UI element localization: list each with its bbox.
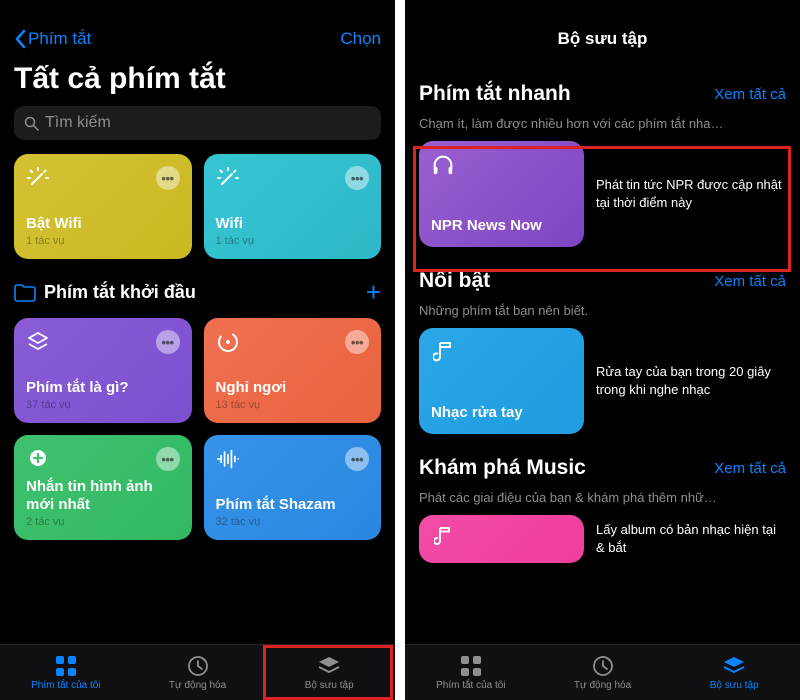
section-featured: Nổi bật Xem tất cả xyxy=(405,265,800,303)
add-button[interactable]: + xyxy=(366,277,381,308)
tab-label: Tự động hóa xyxy=(574,680,631,691)
section-title: Phím tắt khởi đầu xyxy=(44,282,196,303)
card-subtitle: 1 tác vụ xyxy=(216,235,370,247)
more-icon[interactable]: ••• xyxy=(345,447,369,471)
phone-right: Bộ sưu tập Phím tắt nhanh Xem tất cả Chạ… xyxy=(405,0,800,700)
phone-left: Phím tắt Chọn Tất cả phím tắt Tìm kiếm •… xyxy=(0,0,395,700)
shortcut-card-send-image[interactable]: ••• Nhắn tin hình ảnh mới nhất 2 tác vụ xyxy=(14,435,192,540)
shortcut-card-shazam[interactable]: ••• Phím tắt Shazam 32 tác vụ xyxy=(204,435,382,540)
status-bar xyxy=(0,0,395,20)
more-icon[interactable]: ••• xyxy=(345,166,369,190)
nav-title: Bộ sưu tập xyxy=(459,29,746,49)
section-desc: Chạm ít, làm được nhiều hơn với các phím… xyxy=(405,116,800,141)
section-desc: Phát các giai điệu của bạn & khám phá th… xyxy=(405,490,800,515)
tab-gallery[interactable]: Bộ sưu tập xyxy=(263,645,395,700)
section-header-starter: Phím tắt khởi đầu + xyxy=(0,273,395,318)
clock-icon xyxy=(591,654,615,678)
headphones-icon xyxy=(431,153,455,177)
chevron-left-icon xyxy=(14,29,26,49)
gallery-icon xyxy=(722,654,746,678)
grid-icon xyxy=(54,654,78,678)
tab-label: Phím tắt của tôi xyxy=(31,680,100,691)
timer-icon xyxy=(216,330,240,354)
see-all-link[interactable]: Xem tất cả xyxy=(714,273,786,290)
gallery-row: Lấy album có bản nhạc hiện tại & bắt xyxy=(405,515,800,563)
wand-icon xyxy=(26,166,50,190)
folder-icon xyxy=(14,284,36,302)
gallery-row: Nhạc rửa tay Rửa tay của bạn trong 20 gi… xyxy=(405,328,800,452)
see-all-link[interactable]: Xem tất cả xyxy=(714,460,786,477)
section-title: Nổi bật xyxy=(419,269,490,293)
gallery-card-music[interactable] xyxy=(419,515,584,563)
more-icon[interactable]: ••• xyxy=(156,166,180,190)
search-placeholder: Tìm kiếm xyxy=(45,114,111,132)
page-title: Tất cả phím tắt xyxy=(0,58,395,106)
nav-bar: Phím tắt Chọn xyxy=(0,20,395,58)
tab-label: Bộ sưu tập xyxy=(710,680,759,691)
tab-bar: Phím tắt của tôi Tự động hóa Bộ sưu tập xyxy=(0,644,395,700)
card-title: Wifi xyxy=(216,215,370,233)
card-description: Rửa tay của bạn trong 20 giây trong khi … xyxy=(596,363,786,398)
search-icon xyxy=(24,116,39,131)
clock-icon xyxy=(186,654,210,678)
card-subtitle: 2 tác vụ xyxy=(26,516,180,528)
tab-automation[interactable]: Tự động hóa xyxy=(132,645,264,700)
back-button[interactable]: Phím tắt xyxy=(14,29,91,49)
card-description: Lấy album có bản nhạc hiện tại & bắt xyxy=(596,521,786,556)
card-title: Nhạc rửa tay xyxy=(431,404,572,422)
shortcut-card-what-is[interactable]: ••• Phím tắt là gì? 37 tác vụ xyxy=(14,318,192,423)
message-plus-icon xyxy=(26,447,50,471)
layers-icon xyxy=(26,330,50,354)
more-icon[interactable]: ••• xyxy=(345,330,369,354)
tab-my-shortcuts[interactable]: Phím tắt của tôi xyxy=(0,645,132,700)
more-icon[interactable]: ••• xyxy=(156,330,180,354)
tab-automation[interactable]: Tự động hóa xyxy=(537,645,669,700)
gallery-icon xyxy=(317,654,341,678)
tab-bar: Phím tắt của tôi Tự động hóa Bộ sưu tập xyxy=(405,644,800,700)
starter-grid: ••• Phím tắt là gì? 37 tác vụ ••• Nghỉ n… xyxy=(0,318,395,554)
section-quick-shortcuts: Phím tắt nhanh Xem tất cả xyxy=(405,78,800,116)
card-title: Nhắn tin hình ảnh mới nhất xyxy=(26,478,180,514)
section-title: Khám phá Music xyxy=(419,456,586,480)
section-title: Phím tắt nhanh xyxy=(419,82,571,106)
card-subtitle: 37 tác vụ xyxy=(26,399,180,411)
gallery-card-npr[interactable]: NPR News Now xyxy=(419,141,584,247)
tab-gallery[interactable]: Bộ sưu tập xyxy=(668,645,800,700)
tab-label: Phím tắt của tôi xyxy=(436,680,505,691)
wand-icon xyxy=(216,166,240,190)
waveform-icon xyxy=(216,447,240,471)
music-note-icon xyxy=(431,525,455,549)
tab-label: Tự động hóa xyxy=(169,680,226,691)
more-icon[interactable]: ••• xyxy=(156,447,180,471)
card-title: Bật Wifi xyxy=(26,215,180,233)
card-subtitle: 1 tác vụ xyxy=(26,235,180,247)
grid-icon xyxy=(459,654,483,678)
music-note-icon xyxy=(431,340,455,364)
gallery-row: NPR News Now Phát tin tức NPR được cập n… xyxy=(405,141,800,265)
select-button[interactable]: Chọn xyxy=(340,29,381,49)
status-bar xyxy=(405,0,800,20)
card-title: Phím tắt là gì? xyxy=(26,379,180,397)
nav-bar: Bộ sưu tập xyxy=(405,20,800,58)
back-label: Phím tắt xyxy=(28,29,91,49)
gallery-card-handwash[interactable]: Nhạc rửa tay xyxy=(419,328,584,434)
card-title: NPR News Now xyxy=(431,217,572,235)
card-title: Nghỉ ngơi xyxy=(216,379,370,397)
card-title: Phím tắt Shazam xyxy=(216,496,370,514)
card-subtitle: 13 tác vụ xyxy=(216,399,370,411)
shortcut-card-bat-wifi[interactable]: ••• Bật Wifi 1 tác vụ xyxy=(14,154,192,259)
tab-my-shortcuts[interactable]: Phím tắt của tôi xyxy=(405,645,537,700)
see-all-link[interactable]: Xem tất cả xyxy=(714,86,786,103)
section-desc: Những phím tắt bạn nên biết. xyxy=(405,303,800,328)
all-shortcuts-grid: ••• Bật Wifi 1 tác vụ ••• Wifi 1 tác vụ xyxy=(0,154,395,273)
card-subtitle: 32 tác vụ xyxy=(216,516,370,528)
tab-label: Bộ sưu tập xyxy=(305,680,354,691)
card-description: Phát tin tức NPR được cập nhật tại thời … xyxy=(596,176,786,211)
shortcut-card-wifi[interactable]: ••• Wifi 1 tác vụ xyxy=(204,154,382,259)
section-explore-music: Khám phá Music Xem tất cả xyxy=(405,452,800,490)
search-input[interactable]: Tìm kiếm xyxy=(14,106,381,140)
shortcut-card-rest[interactable]: ••• Nghỉ ngơi 13 tác vụ xyxy=(204,318,382,423)
